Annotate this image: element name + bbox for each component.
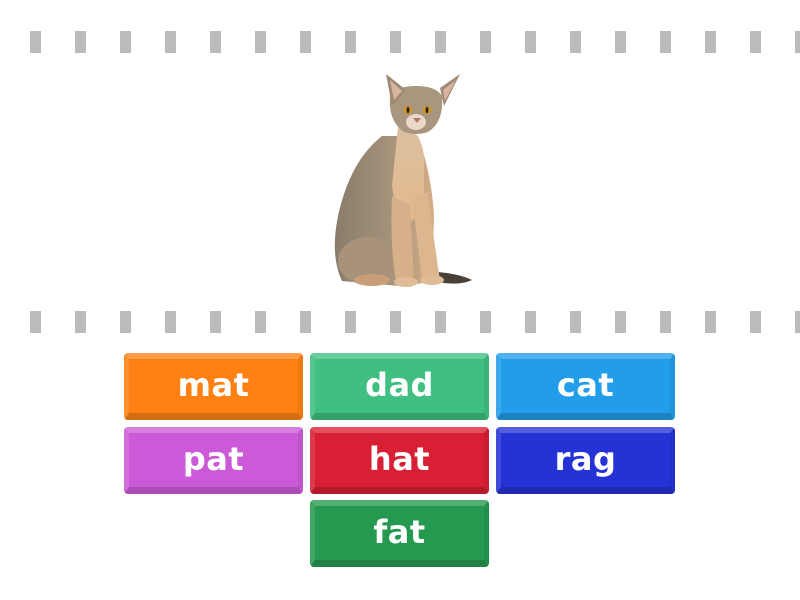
divider-dash	[480, 31, 491, 53]
answer-tile-rag[interactable]: rag	[496, 427, 675, 494]
tile-label: dad	[365, 365, 434, 404]
bottom-divider	[30, 311, 800, 333]
divider-dash	[120, 31, 131, 53]
divider-dash	[300, 31, 311, 53]
divider-dash	[795, 31, 800, 53]
answer-tile-fat[interactable]: fat	[310, 500, 489, 567]
divider-dash	[705, 311, 716, 333]
cat-image-icon	[334, 74, 472, 287]
tile-label: fat	[373, 512, 426, 551]
divider-dash	[570, 31, 581, 53]
game-stage: mat dad cat pat hat rag fat	[0, 0, 800, 600]
divider-dash	[660, 311, 671, 333]
tile-label: hat	[368, 439, 431, 478]
divider-dash	[390, 311, 401, 333]
divider-dash	[345, 311, 356, 333]
divider-dash	[750, 31, 761, 53]
divider-dash	[750, 311, 761, 333]
divider-dash	[435, 311, 446, 333]
divider-dash	[210, 311, 221, 333]
divider-dash	[705, 31, 716, 53]
divider-dash	[390, 31, 401, 53]
divider-dash	[255, 311, 266, 333]
divider-dash	[525, 31, 536, 53]
tile-label: pat	[182, 439, 245, 478]
divider-dash	[795, 311, 800, 333]
divider-dash	[120, 311, 131, 333]
divider-dash	[615, 31, 626, 53]
question-picture	[320, 66, 480, 296]
divider-dash	[570, 311, 581, 333]
divider-dash	[165, 311, 176, 333]
answer-tile-hat[interactable]: hat	[310, 427, 489, 494]
divider-dash	[525, 311, 536, 333]
divider-dash	[30, 31, 41, 53]
divider-dash	[615, 311, 626, 333]
tile-label: cat	[556, 365, 615, 404]
divider-dash	[165, 31, 176, 53]
divider-dash	[480, 311, 491, 333]
tile-label: rag	[554, 439, 617, 478]
answer-tile-pat[interactable]: pat	[124, 427, 303, 494]
tile-label: mat	[177, 365, 250, 404]
divider-dash	[300, 311, 311, 333]
answer-tile-dad[interactable]: dad	[310, 353, 489, 420]
divider-dash	[75, 31, 86, 53]
divider-dash	[345, 31, 356, 53]
divider-dash	[30, 311, 41, 333]
divider-dash	[255, 31, 266, 53]
top-divider	[30, 31, 800, 53]
answer-tile-cat[interactable]: cat	[496, 353, 675, 420]
divider-dash	[210, 31, 221, 53]
divider-dash	[660, 31, 671, 53]
answer-tile-mat[interactable]: mat	[124, 353, 303, 420]
divider-dash	[435, 31, 446, 53]
divider-dash	[75, 311, 86, 333]
